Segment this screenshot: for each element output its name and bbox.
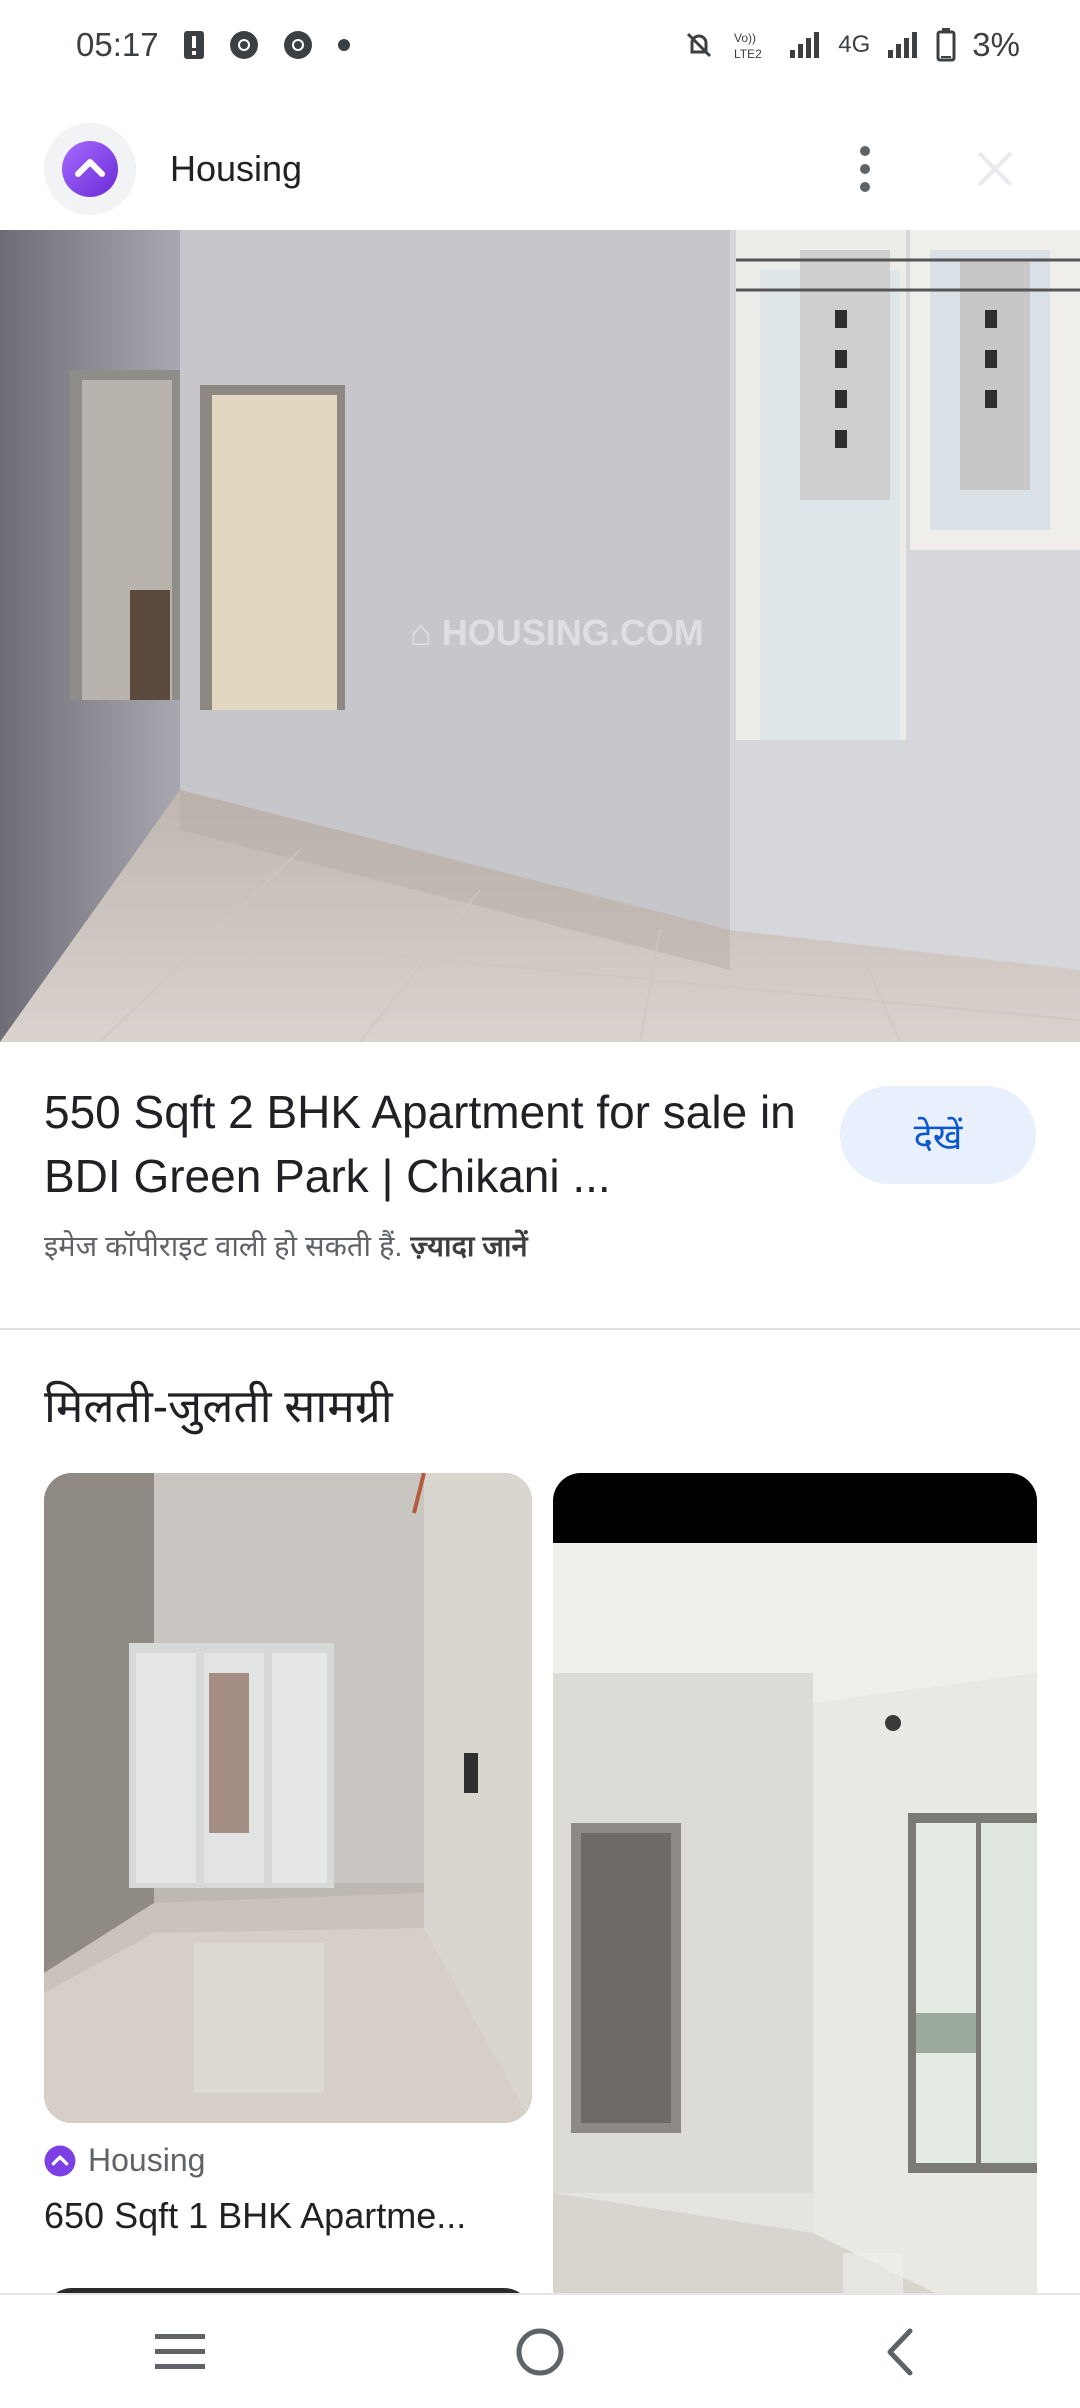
battery-icon: [936, 28, 956, 62]
status-time: 05:17: [76, 26, 159, 63]
chrome-icon: [229, 30, 259, 60]
copyright-notice: इमेज कॉपीराइट वाली हो सकती हैं. ज़्यादा …: [44, 1226, 1044, 1265]
alert-icon: [183, 30, 205, 60]
similar-heading: मिलती-जुलती सामग्री: [44, 1380, 393, 1432]
apartment-photo: ⌂ HOUSING.COM: [0, 230, 1080, 1042]
similar-item-card[interactable]: [44, 1473, 532, 2123]
listing-title[interactable]: 550 Sqft 2 BHK Apartment for sale in BDI…: [44, 1080, 824, 1208]
home-icon: [516, 2328, 564, 2375]
close-icon: [977, 151, 1013, 187]
dot-icon: [337, 38, 351, 52]
similar-apartment-photo: [44, 1473, 532, 2123]
system-nav-bar: [0, 2293, 1080, 2408]
listing-info: 550 Sqft 2 BHK Apartment for sale in BDI…: [44, 1080, 1044, 1265]
source-name: Housing: [88, 2142, 206, 2178]
mute-icon: [682, 28, 716, 62]
page: 05:17 Vo)) LTE2 4G 3% Housing ⌂ HOUSING.…: [0, 0, 1080, 2408]
volte-icon: Vo)) LTE2: [732, 28, 772, 62]
more-vert-icon: [860, 146, 870, 192]
view-button[interactable]: देखें: [840, 1086, 1036, 1184]
signal-icon: [886, 30, 920, 60]
svg-text:Vo)): Vo)): [734, 31, 756, 45]
listing-image[interactable]: ⌂ HOUSING.COM: [0, 230, 1080, 1042]
similar-item-meta: Housing 650 Sqft 1 BHK Apartme...: [44, 2142, 532, 2237]
copyright-text: इमेज कॉपीराइट वाली हो सकती हैं.: [44, 1231, 403, 1263]
housing-logo-icon: [44, 2145, 76, 2176]
recents-icon: [155, 2333, 205, 2369]
similar-item-caption[interactable]: 650 Sqft 1 BHK Apartme...: [44, 2195, 504, 2237]
home-button[interactable]: [480, 2302, 600, 2402]
more-options-button[interactable]: [830, 134, 900, 204]
back-icon: [887, 2328, 913, 2375]
section-divider: [0, 1328, 1080, 1330]
learn-more-link[interactable]: ज़्यादा जानें: [411, 1231, 528, 1263]
status-bar: 05:17 Vo)) LTE2 4G 3%: [0, 0, 1080, 90]
chrome-icon: [283, 30, 313, 60]
watermark-text: ⌂ HOUSING.COM: [410, 612, 704, 653]
similar-apartment-photo: [553, 1473, 1037, 2343]
app-header: Housing: [0, 108, 1080, 230]
housing-logo-icon: [62, 141, 118, 197]
network-type: 4G: [838, 31, 871, 58]
similar-item-card[interactable]: [553, 1473, 1037, 2343]
signal-icon: [788, 30, 822, 60]
back-button[interactable]: [840, 2302, 960, 2402]
svg-text:LTE2: LTE2: [734, 47, 762, 61]
app-title: Housing: [170, 148, 303, 189]
recents-button[interactable]: [120, 2302, 240, 2402]
housing-logo[interactable]: [44, 123, 136, 215]
close-button[interactable]: [960, 134, 1030, 204]
battery-level: 3%: [972, 26, 1020, 63]
